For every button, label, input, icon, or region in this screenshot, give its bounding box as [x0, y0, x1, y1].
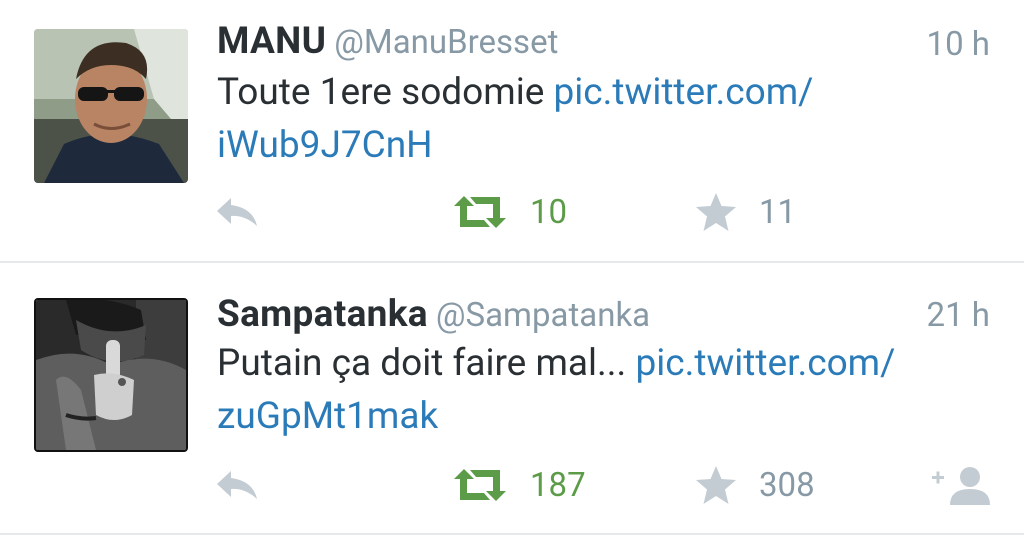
retweet-count: 187 — [530, 465, 586, 505]
divider — [0, 533, 1024, 535]
tweet-text: Toute 1ere sodomie pic.twitter.com/ iWub… — [217, 66, 977, 172]
tweet-header: Sampatanka @Sampatanka — [217, 293, 650, 336]
reply-icon — [217, 198, 257, 226]
tweet-link-continued[interactable]: zuGpMt1mak — [217, 390, 977, 443]
reply-icon — [217, 471, 257, 499]
tweet-actions: 187 308 — [0, 465, 1024, 505]
favorite-count: 308 — [759, 465, 815, 505]
reply-button[interactable] — [215, 465, 259, 505]
retweet-button[interactable]: 10 — [452, 192, 567, 232]
tweet-body: Putain ça doit faire mal... — [217, 342, 636, 385]
favorite-button[interactable]: 11 — [695, 192, 796, 232]
tweet-body: Toute 1ere sodomie — [217, 71, 554, 114]
retweet-icon — [454, 469, 506, 501]
timestamp: 10 h — [926, 25, 990, 64]
tweet-link[interactable]: pic.twitter.com/ — [636, 342, 896, 385]
avatar-photo — [34, 29, 188, 183]
favorite-count: 11 — [759, 192, 797, 232]
avatar[interactable] — [34, 298, 188, 452]
user-handle[interactable]: @Sampatanka — [436, 296, 650, 335]
favorite-button[interactable]: 308 — [695, 465, 815, 505]
star-icon — [696, 193, 736, 231]
tweet-text: Putain ça doit faire mal... pic.twitter.… — [217, 337, 977, 443]
star-icon — [696, 466, 736, 504]
follow-icon — [932, 467, 990, 505]
reply-button[interactable] — [215, 192, 259, 232]
avatar-photo — [36, 300, 186, 450]
tweet-link-continued[interactable]: iWub9J7CnH — [217, 119, 977, 172]
tweet-item[interactable]: Sampatanka @Sampatanka 21 h Putain ça doi… — [0, 263, 1024, 534]
retweet-button[interactable]: 187 — [452, 465, 586, 505]
retweet-count: 10 — [530, 192, 568, 232]
retweet-icon — [454, 196, 506, 228]
avatar[interactable] — [34, 29, 188, 183]
tweet-item[interactable]: MANU @ManuBresset 10 h Toute 1ere sodomie… — [0, 0, 1024, 262]
tweet-actions: 10 11 — [0, 192, 1024, 232]
user-name[interactable]: Sampatanka — [217, 293, 428, 336]
follow-button[interactable] — [928, 465, 992, 505]
user-name[interactable]: MANU — [217, 20, 326, 63]
tweet-link[interactable]: pic.twitter.com/ — [554, 71, 814, 114]
tweet-header: MANU @ManuBresset — [217, 20, 558, 63]
user-handle[interactable]: @ManuBresset — [334, 23, 558, 62]
timestamp: 21 h — [926, 296, 990, 335]
